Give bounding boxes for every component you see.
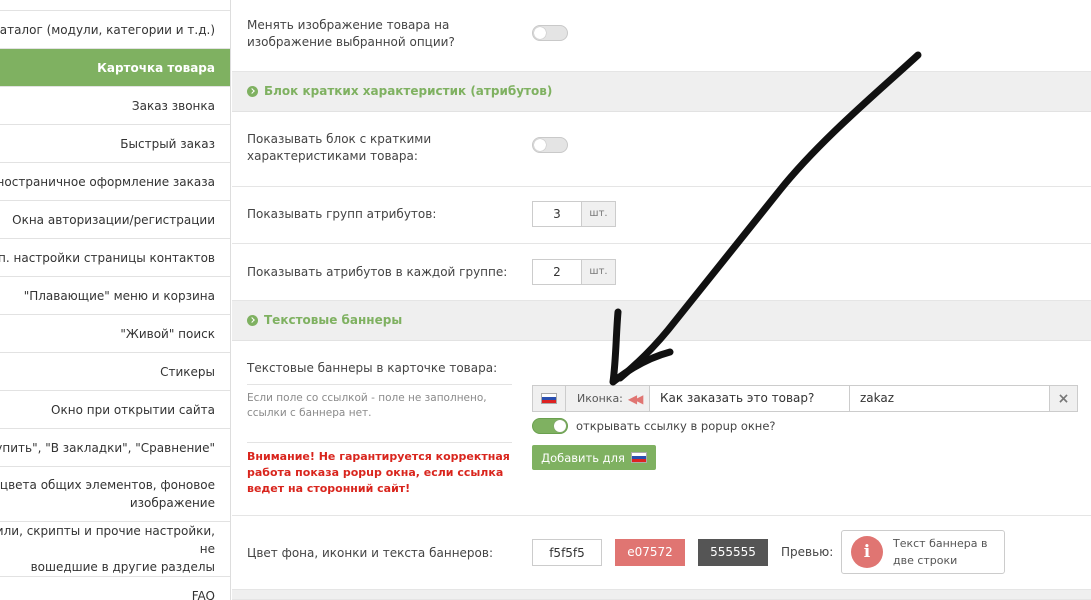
attrs-per-group-input[interactable]: 2 [532, 259, 582, 285]
preview-text: Текст баннера в две строки [893, 537, 988, 567]
setting-label: Показывать блок с краткими характеристик… [247, 132, 432, 163]
russia-flag-icon [630, 452, 647, 463]
option-image-toggle[interactable] [532, 25, 568, 41]
language-flag [533, 386, 566, 411]
sidebar-item-auth-windows[interactable]: Окна авторизации/регистрации [0, 201, 230, 239]
sidebar-item-callback[interactable]: Заказ звонка [0, 87, 230, 125]
bg-color-input[interactable]: f5f5f5 [532, 539, 602, 566]
setting-label: Менять изображение товара на изображение… [247, 18, 455, 49]
section-attributes: Блок кратких характеристик (атрибутов) [232, 72, 1091, 112]
setting-row-attrs-per-group: Показывать атрибутов в каждой группе: 2 … [232, 244, 1091, 301]
sidebar-item-contacts[interactable]: Доп. настройки страницы контактов [0, 239, 230, 277]
banner-item-row: Иконка: ◀◀ Как заказать это товар? zakaz… [532, 385, 1078, 412]
delete-banner-button[interactable]: × [1050, 386, 1077, 411]
info-icon: i [851, 536, 883, 568]
setting-label: Показывать атрибутов в каждой группе: [247, 265, 508, 279]
setting-label: Цвет фона, иконки и текста баннеров: [247, 546, 493, 560]
banner-warning: Внимание! Не гарантируется корректная ра… [247, 450, 510, 495]
sidebar-item-quick-order[interactable]: Быстрый заказ [0, 125, 230, 163]
icon-color-input[interactable]: e07572 [615, 539, 685, 566]
divider [247, 384, 512, 385]
popup-toggle-label: открывать ссылку в popup окне? [576, 419, 776, 433]
banner-preview: i Текст баннера в две строки [841, 530, 1005, 574]
banner-link-input[interactable]: zakaz [850, 386, 1050, 411]
settings-sidebar: Каталог (модули, категории и т.д.) Карто… [0, 0, 231, 600]
setting-label: Показывать групп атрибутов: [247, 207, 437, 221]
setting-label: Текстовые баннеры в карточке товара: [247, 361, 498, 375]
sidebar-item-colors[interactable]: ка цвета общих элементов, фоновое изобра… [0, 467, 230, 522]
sidebar-item-label: ка цвета общих элементов, фоновое изобра… [0, 476, 215, 512]
sidebar-item-styles-scripts[interactable]: или, скрипты и прочие настройки, не воше… [0, 522, 230, 577]
preview-label: Превью: [781, 545, 834, 559]
sidebar-item-partial [0, 0, 230, 11]
setting-row-option-image: Менять изображение товара на изображение… [232, 0, 1091, 72]
sidebar-item-product-card[interactable]: Карточка товара [0, 49, 230, 87]
banner-text-input[interactable]: Как заказать это товар? [650, 386, 850, 411]
sidebar-item-catalog[interactable]: Каталог (модули, категории и т.д.) [0, 11, 230, 49]
sidebar-item-label: или, скрипты и прочие настройки, не воше… [0, 522, 215, 576]
attr-groups-input[interactable]: 3 [532, 201, 582, 227]
banner-hint: Если поле со ссылкой - поле не заполнено… [247, 392, 487, 419]
icon-picker-label: Иконка: [577, 392, 623, 405]
section-text-banners: Текстовые баннеры [232, 301, 1091, 341]
section-title: Блок кратких характеристик (атрибутов) [247, 84, 552, 98]
section-title-text: Блок кратких характеристик (атрибутов) [264, 84, 553, 98]
russia-flag-icon [541, 393, 557, 404]
toggle-knob [554, 420, 566, 432]
sidebar-item-onepage-checkout[interactable]: Одностраничное оформление заказа [0, 163, 230, 201]
chevron-circle-icon [247, 85, 258, 97]
sidebar-item-welcome-window[interactable]: Окно при открытии сайта [0, 391, 230, 429]
divider [247, 442, 512, 443]
show-attrs-toggle[interactable] [532, 137, 568, 153]
settings-main: Менять изображение товара на изображение… [232, 0, 1091, 600]
setting-row-show-attrs: Показывать блок с краткими характеристик… [232, 112, 1091, 187]
sidebar-item-floating-menu[interactable]: "Плавающие" меню и корзина [0, 277, 230, 315]
chevron-circle-icon [247, 314, 258, 326]
add-banner-button[interactable]: Добавить для [532, 445, 656, 470]
section-title-text: Текстовые баннеры [264, 313, 403, 327]
sidebar-item-faq[interactable]: FAQ [0, 577, 230, 600]
sidebar-item-stickers[interactable]: Стикеры [0, 353, 230, 391]
toggle-knob [534, 139, 546, 151]
banner-icon-picker[interactable]: Иконка: ◀◀ [566, 386, 650, 411]
section-title: Текстовые баннеры [247, 313, 402, 327]
sidebar-item-label-line: вошедшие в другие разделы [30, 560, 215, 574]
popup-toggle[interactable] [532, 418, 568, 434]
unit-label: шт. [582, 201, 616, 227]
toggle-knob [534, 27, 546, 39]
sidebar-item-buttons[interactable]: и "Купить", "В закладки", "Сравнение" [0, 429, 230, 467]
attrs-per-group-input-group: 2 шт. [532, 259, 616, 285]
sidebar-item-label-line: изображение [129, 496, 215, 510]
sidebar-item-label-line: ка цвета общих элементов, фоновое [0, 478, 215, 492]
unit-label: шт. [582, 259, 616, 285]
sidebar-item-live-search[interactable]: "Живой" поиск [0, 315, 230, 353]
add-button-label: Добавить для [541, 450, 625, 465]
sidebar-item-label-line: или, скрипты и прочие настройки, не [0, 524, 215, 556]
setting-row-next [232, 590, 1091, 600]
double-arrow-left-icon: ◀◀ [627, 391, 644, 406]
setting-row-attr-groups: Показывать групп атрибутов: 3 шт. [232, 187, 1091, 244]
attr-groups-input-group: 3 шт. [532, 201, 616, 227]
text-color-input[interactable]: 555555 [698, 539, 768, 566]
